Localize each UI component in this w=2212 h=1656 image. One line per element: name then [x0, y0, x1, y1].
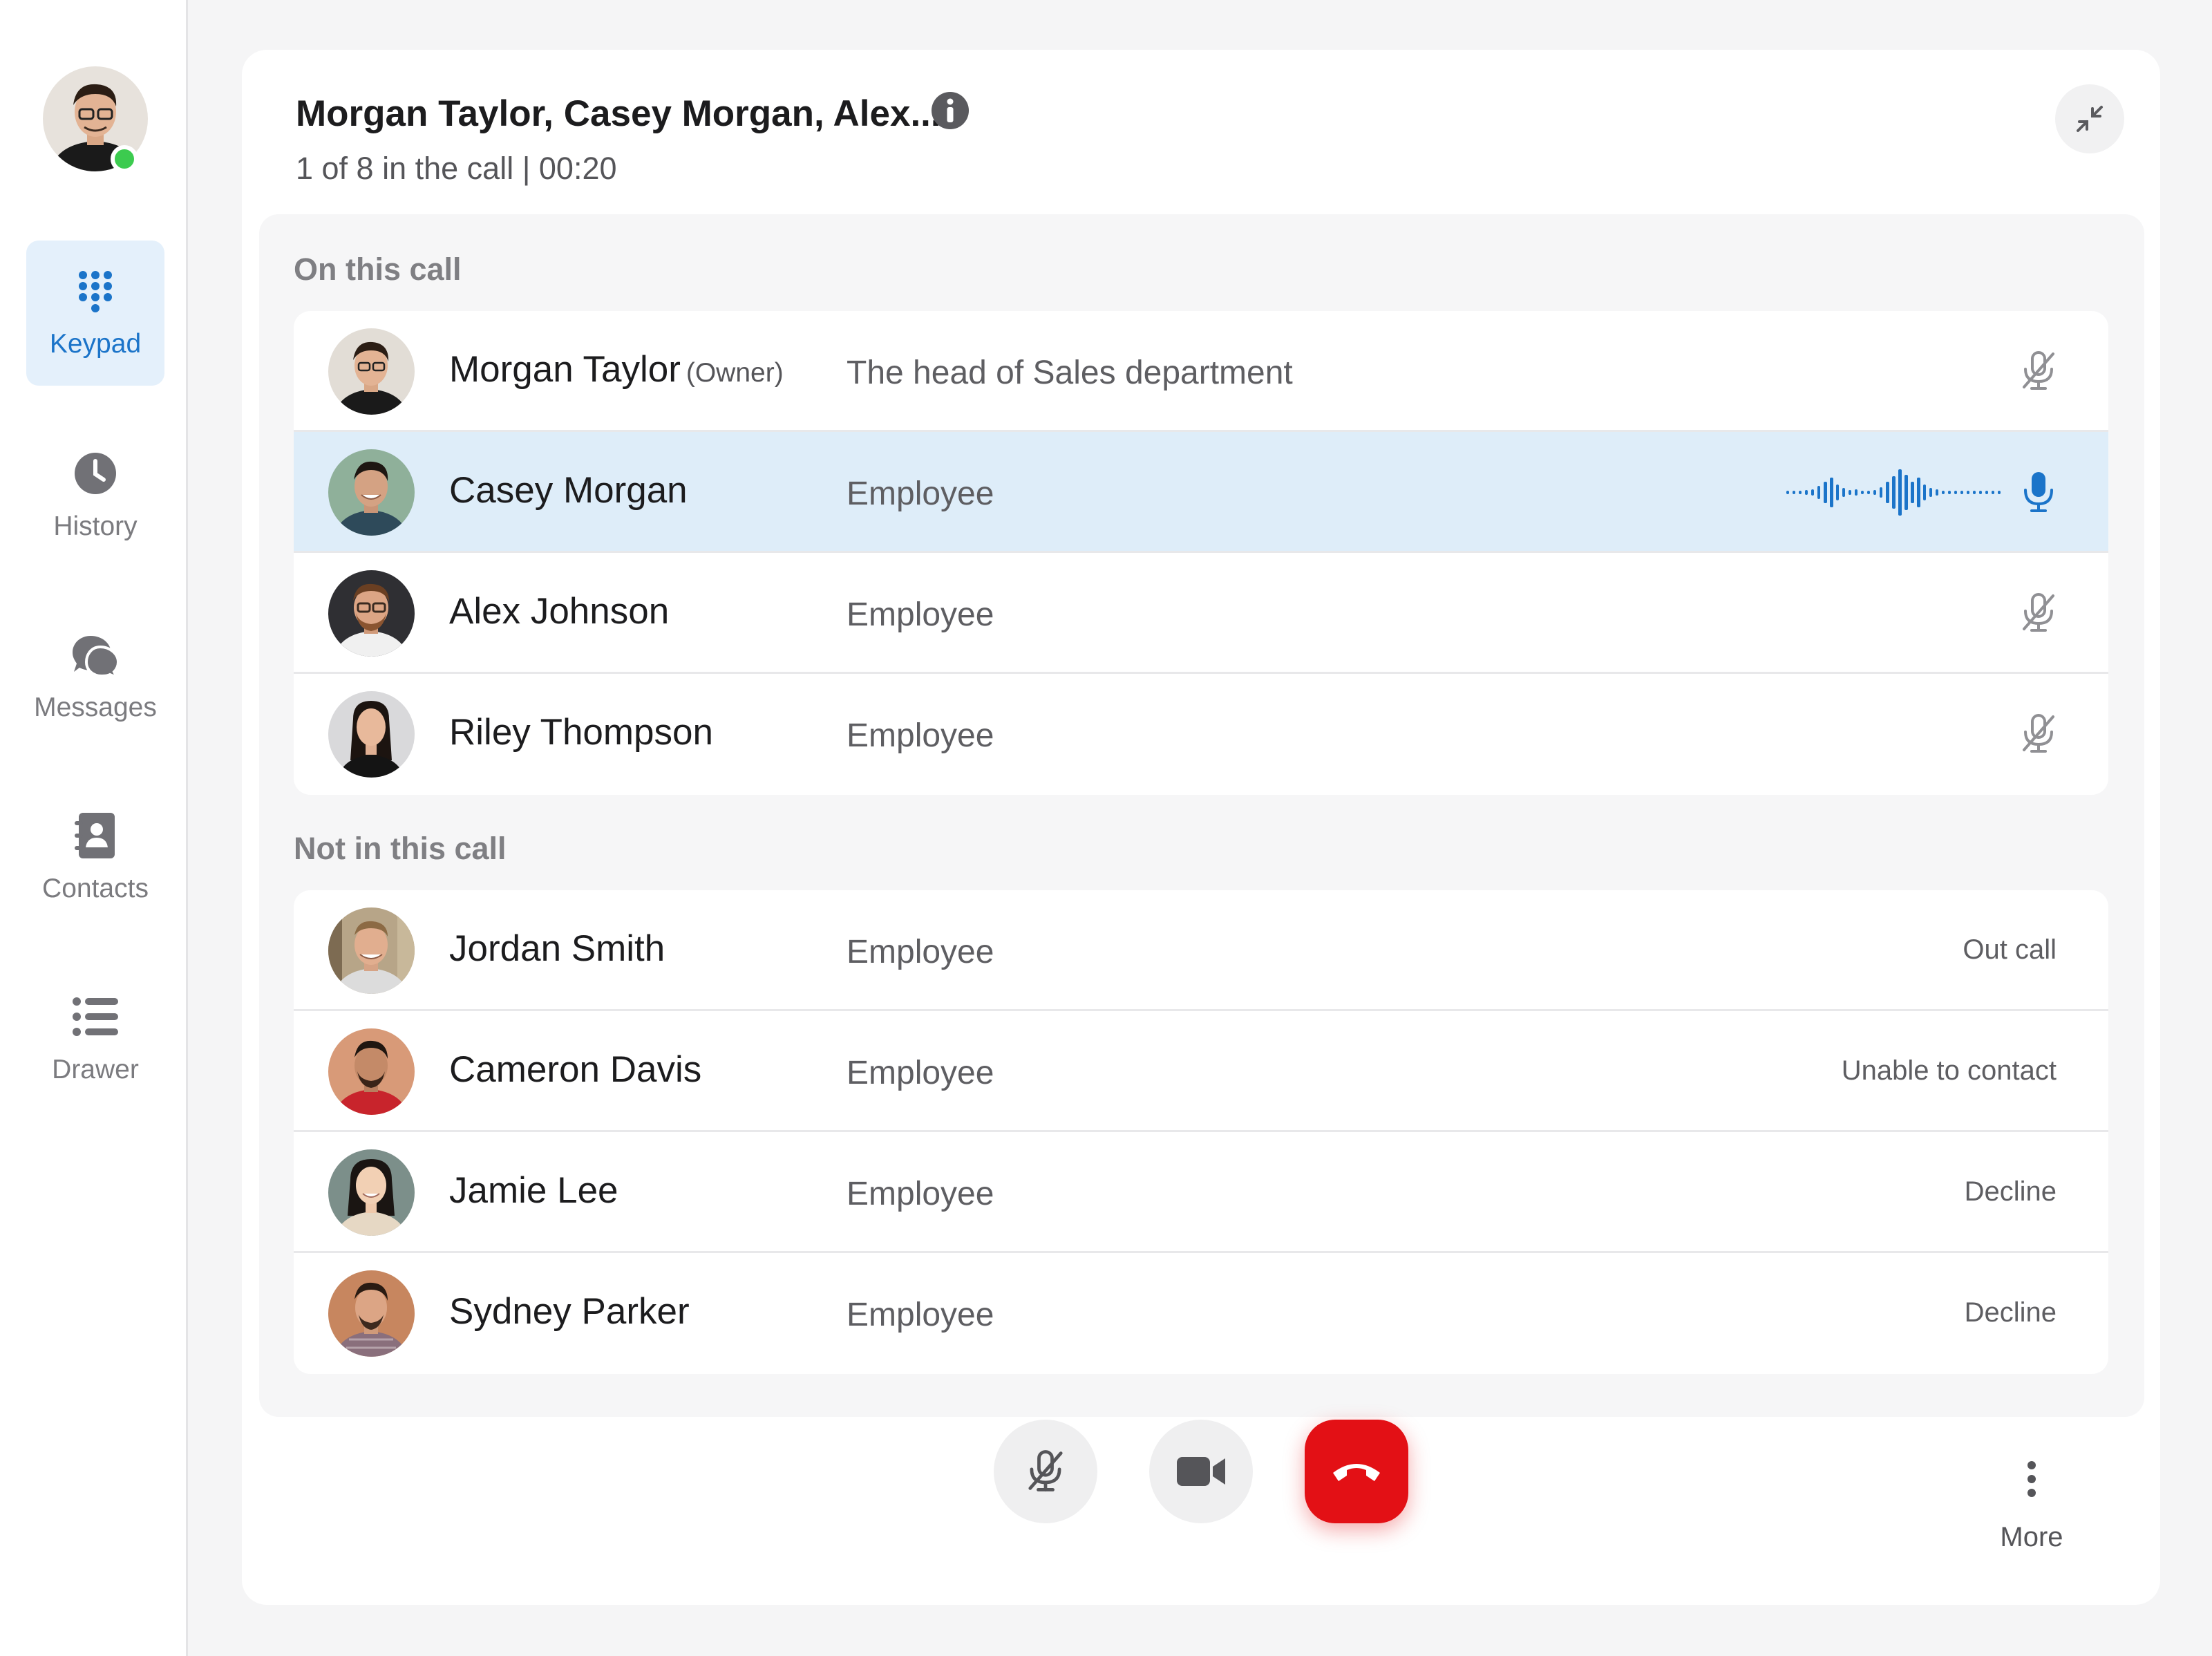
avatar [328, 328, 415, 415]
participant-row[interactable]: Jamie Lee Employee Decline [294, 1132, 2108, 1253]
mute-button[interactable] [994, 1420, 1097, 1523]
sidebar-item-label: Keypad [49, 329, 142, 359]
on-call-list: Morgan Taylor (Owner) The head of Sales d… [294, 311, 2108, 795]
on-call-heading: On this call [294, 252, 462, 287]
sidebar-item-drawer[interactable]: Drawer [26, 966, 164, 1111]
more-vertical-icon [2027, 1461, 2036, 1497]
collapse-icon [2077, 106, 2103, 132]
chat-icon [71, 630, 120, 679]
call-status: Decline [1964, 1297, 2057, 1328]
call-card: Morgan Taylor, Casey Morgan, Alex... 1 o… [242, 50, 2160, 1605]
participant-role: Employee [847, 1176, 994, 1212]
call-status: Unable to contact [1841, 1055, 2057, 1086]
mic-muted-icon [2014, 589, 2063, 637]
avatar [328, 570, 415, 657]
keypad-icon [71, 267, 120, 315]
call-status: Decline [1964, 1176, 2057, 1207]
participant-role: Employee [847, 1297, 994, 1333]
avatar [328, 1270, 415, 1357]
participant-role: Employee [847, 476, 994, 512]
participant-role: The head of Sales department [847, 355, 1293, 391]
participant-row[interactable]: Alex Johnson Employee [294, 553, 2108, 674]
sidebar-item-contacts[interactable]: Contacts [26, 785, 164, 930]
participant-name: Casey Morgan [449, 470, 688, 511]
not-in-call-heading: Not in this call [294, 831, 507, 866]
call-status: Out call [1963, 934, 2057, 965]
participant-role: Employee [847, 1055, 994, 1091]
participants-panel: On this call Morgan Taylor (Owner) The h… [259, 214, 2144, 1417]
contacts-book-icon [71, 811, 120, 860]
participant-role: Employee [847, 717, 994, 754]
video-camera-icon [1177, 1457, 1225, 1486]
more-button[interactable]: More [1997, 1460, 2066, 1577]
participant-name: Sydney Parker [449, 1291, 690, 1332]
sidebar-item-keypad[interactable]: Keypad [26, 241, 164, 386]
voice-waveform [1786, 469, 2001, 516]
owner-tag: (Owner) [686, 358, 784, 388]
call-subtitle: 1 of 8 in the call | 00:20 [296, 151, 617, 186]
avatar [328, 449, 415, 536]
avatar [328, 1149, 415, 1236]
sidebar-item-label: Contacts [42, 874, 149, 903]
avatar [328, 691, 415, 778]
participant-row[interactable]: Morgan Taylor (Owner) The head of Sales d… [294, 311, 2108, 432]
mic-muted-icon [2014, 710, 2063, 758]
info-icon[interactable] [931, 91, 970, 130]
participant-name: Jamie Lee [449, 1170, 618, 1211]
collapse-button[interactable] [2055, 84, 2124, 153]
online-status-dot [111, 145, 138, 173]
end-call-button[interactable] [1305, 1420, 1408, 1523]
participant-row[interactable]: Jordan Smith Employee Out call [294, 890, 2108, 1011]
sidebar-item-messages[interactable]: Messages [26, 604, 164, 749]
avatar [328, 1028, 415, 1115]
list-icon [71, 992, 120, 1041]
participant-name: Cameron Davis [449, 1049, 702, 1090]
video-button[interactable] [1149, 1420, 1253, 1523]
hang-up-icon [1333, 1464, 1380, 1481]
participant-name: Riley Thompson [449, 712, 713, 753]
sidebar-item-history[interactable]: History [26, 423, 164, 568]
mic-active-icon [2014, 468, 2063, 516]
avatar [328, 907, 415, 994]
participant-name: Morgan Taylor (Owner) [449, 349, 784, 390]
not-in-call-list: Jordan Smith Employee Out call Cameron D… [294, 890, 2108, 1374]
mic-muted-icon [1028, 1450, 1063, 1492]
participant-role: Employee [847, 596, 994, 633]
sidebar-item-label: History [53, 511, 138, 541]
participant-name: Jordan Smith [449, 928, 665, 969]
mic-muted-icon [2014, 347, 2063, 395]
participant-row[interactable]: Sydney Parker Employee Decline [294, 1253, 2108, 1374]
sidebar-item-label: Drawer [52, 1055, 139, 1084]
more-label: More [2000, 1522, 2063, 1552]
participant-row[interactable]: Casey Morgan Employee [294, 432, 2108, 553]
sidebar-item-label: Messages [34, 693, 157, 722]
call-title: Morgan Taylor, Casey Morgan, Alex... [296, 93, 941, 134]
participant-row[interactable]: Cameron Davis Employee Unable to contact [294, 1011, 2108, 1132]
participant-role: Employee [847, 934, 994, 970]
sidebar: Keypad History Messages Contacts Drawer [0, 0, 188, 1656]
participant-name: Alex Johnson [449, 591, 670, 632]
participant-row[interactable]: Riley Thompson Employee [294, 674, 2108, 795]
clock-icon [71, 449, 120, 498]
